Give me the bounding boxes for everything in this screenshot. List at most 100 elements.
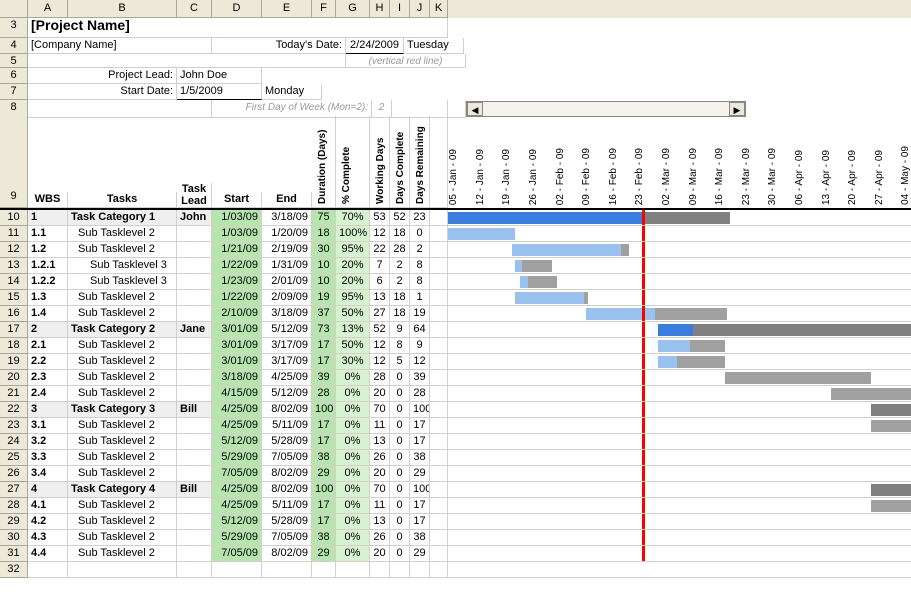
cell-duration[interactable]: 18: [312, 226, 336, 242]
cell-task[interactable]: Sub Tasklevel 2: [68, 450, 177, 466]
cell-end[interactable]: 5/12/09: [262, 322, 312, 338]
cell-daysremain[interactable]: 17: [410, 418, 430, 434]
task-row[interactable]: 274Task Category 4Bill4/25/098/02/091000…: [0, 482, 911, 498]
hdr-wbs[interactable]: WBS: [28, 192, 68, 208]
task-row[interactable]: 111.1Sub Tasklevel 21/03/091/20/0918100%…: [0, 226, 911, 242]
cell-end[interactable]: 3/18/09: [262, 306, 312, 322]
cell-pct[interactable]: 0%: [336, 514, 370, 530]
col-header-A[interactable]: A: [28, 0, 68, 18]
cell-task[interactable]: Sub Tasklevel 2: [68, 226, 177, 242]
cell-daysremain[interactable]: 2: [410, 242, 430, 258]
cell-dayscomplete[interactable]: 9: [390, 322, 410, 338]
cell-wbs[interactable]: 1.2: [28, 242, 68, 258]
cell-start[interactable]: 1/22/09: [212, 258, 262, 274]
cell-start[interactable]: 7/05/09: [212, 466, 262, 482]
col-header-D[interactable]: D: [212, 0, 262, 18]
cell-end[interactable]: 8/02/09: [262, 482, 312, 498]
cell-dayscomplete[interactable]: 0: [390, 466, 410, 482]
cell-daysremain[interactable]: 17: [410, 514, 430, 530]
cell-daysremain[interactable]: 17: [410, 498, 430, 514]
task-row[interactable]: 284.1Sub Tasklevel 24/25/095/11/09170%11…: [0, 498, 911, 514]
cell-daysremain[interactable]: 100: [410, 482, 430, 498]
gantt-cell[interactable]: [448, 322, 911, 338]
row-header-19[interactable]: 19: [0, 354, 28, 370]
cell-dayscomplete[interactable]: 2: [390, 258, 410, 274]
cell-start[interactable]: 4/25/09: [212, 418, 262, 434]
cell-duration[interactable]: 17: [312, 434, 336, 450]
cell-daysremain[interactable]: 12: [410, 354, 430, 370]
cell-wbs[interactable]: 3.3: [28, 450, 68, 466]
cell-workdays[interactable]: 20: [370, 466, 390, 482]
hdr-daysremain[interactable]: Days Remaining: [413, 116, 428, 206]
row-header-30[interactable]: 30: [0, 530, 28, 546]
cell-daysremain[interactable]: 38: [410, 450, 430, 466]
cell-workdays[interactable]: 13: [370, 514, 390, 530]
cell-end[interactable]: 3/17/09: [262, 354, 312, 370]
row-header-21[interactable]: 21: [0, 386, 28, 402]
task-row[interactable]: 202.3Sub Tasklevel 23/18/094/25/09390%28…: [0, 370, 911, 386]
scroll-track[interactable]: [483, 102, 729, 116]
cell-end[interactable]: 3/18/09: [262, 210, 312, 226]
task-row[interactable]: 294.2Sub Tasklevel 25/12/095/28/09170%13…: [0, 514, 911, 530]
cell-pct[interactable]: 0%: [336, 402, 370, 418]
cell-duration[interactable]: 28: [312, 386, 336, 402]
row-8[interactable]: 8 First Day of Week (Mon=2): 2 ◀ ▶: [0, 100, 911, 118]
cell-end[interactable]: 4/25/09: [262, 370, 312, 386]
cell-task[interactable]: Sub Tasklevel 2: [68, 370, 177, 386]
cell-lead[interactable]: Jane: [177, 322, 212, 338]
row-header-32[interactable]: 32: [0, 562, 28, 578]
cell-end[interactable]: 7/05/09: [262, 530, 312, 546]
cell-end[interactable]: 5/28/09: [262, 434, 312, 450]
gantt-cell[interactable]: [448, 418, 911, 434]
row-header-15[interactable]: 15: [0, 290, 28, 306]
row-header-23[interactable]: 23: [0, 418, 28, 434]
cell-task[interactable]: Sub Tasklevel 2: [68, 498, 177, 514]
cell-lead[interactable]: Bill: [177, 402, 212, 418]
cell-task[interactable]: Task Category 3: [68, 402, 177, 418]
cell-daysremain[interactable]: 1: [410, 290, 430, 306]
row-header-28[interactable]: 28: [0, 498, 28, 514]
cell-end[interactable]: 5/12/09: [262, 386, 312, 402]
cell-task[interactable]: Sub Tasklevel 2: [68, 434, 177, 450]
cell-lead[interactable]: [177, 370, 212, 386]
cell-workdays[interactable]: 28: [370, 370, 390, 386]
cell-pct[interactable]: 0%: [336, 546, 370, 562]
cell-wbs[interactable]: 2.2: [28, 354, 68, 370]
gantt-cell[interactable]: [448, 370, 911, 386]
cell-dayscomplete[interactable]: 8: [390, 338, 410, 354]
task-row[interactable]: 172Task Category 2Jane3/01/095/12/097313…: [0, 322, 911, 338]
scroll-right-icon[interactable]: ▶: [729, 102, 745, 116]
cell-lead[interactable]: [177, 258, 212, 274]
cell-pct[interactable]: 30%: [336, 354, 370, 370]
cell-wbs[interactable]: 4.1: [28, 498, 68, 514]
gantt-cell[interactable]: [448, 290, 911, 306]
select-all-corner[interactable]: [0, 0, 28, 18]
cell-pct[interactable]: 0%: [336, 530, 370, 546]
cell-task[interactable]: Sub Tasklevel 2: [68, 530, 177, 546]
gantt-cell[interactable]: [448, 546, 911, 562]
company-name[interactable]: [Company Name]: [28, 38, 212, 54]
project-title[interactable]: [Project Name]: [28, 18, 448, 38]
cell-workdays[interactable]: 26: [370, 450, 390, 466]
row-header-7[interactable]: 7: [0, 84, 28, 100]
cell-lead[interactable]: [177, 274, 212, 290]
cell-pct[interactable]: 0%: [336, 370, 370, 386]
hdr-pct[interactable]: % Complete: [339, 116, 354, 206]
cell-wbs[interactable]: 1.1: [28, 226, 68, 242]
cell-duration[interactable]: 17: [312, 418, 336, 434]
task-row[interactable]: 223Task Category 3Bill4/25/098/02/091000…: [0, 402, 911, 418]
cell-dayscomplete[interactable]: 0: [390, 498, 410, 514]
cell-daysremain[interactable]: 8: [410, 258, 430, 274]
hdr-dayscomplete[interactable]: Days Complete: [393, 116, 408, 206]
cell-lead[interactable]: [177, 450, 212, 466]
cell-start[interactable]: 1/21/09: [212, 242, 262, 258]
cell-end[interactable]: 1/20/09: [262, 226, 312, 242]
cell-end[interactable]: 1/31/09: [262, 258, 312, 274]
cell-lead[interactable]: [177, 290, 212, 306]
cell-daysremain[interactable]: 64: [410, 322, 430, 338]
cell-duration[interactable]: 37: [312, 306, 336, 322]
cell-daysremain[interactable]: 9: [410, 338, 430, 354]
gantt-cell[interactable]: [448, 338, 911, 354]
cell-lead[interactable]: [177, 498, 212, 514]
task-row[interactable]: 233.1Sub Tasklevel 24/25/095/11/09170%11…: [0, 418, 911, 434]
